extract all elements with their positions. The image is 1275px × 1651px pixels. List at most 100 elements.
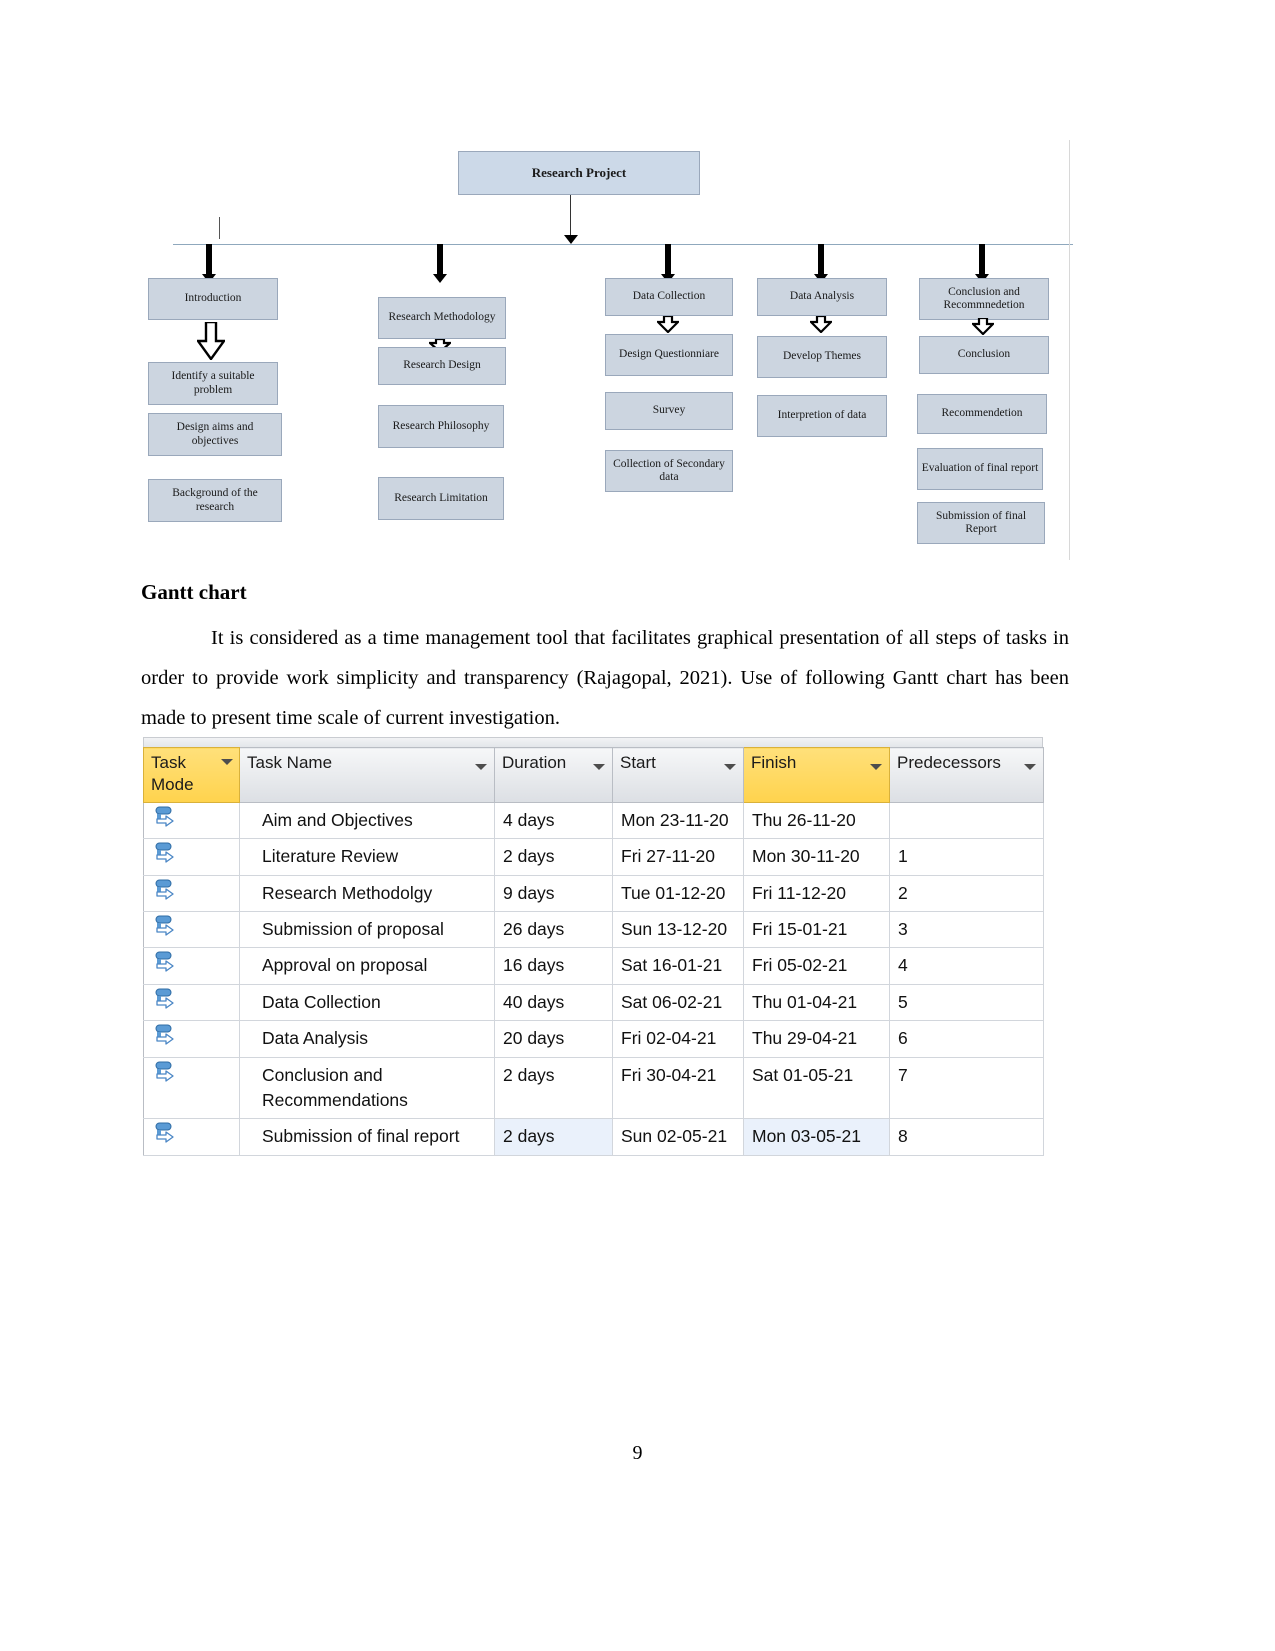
cell-start[interactable]: Tue 01-12-20	[612, 874, 744, 913]
cell-task-name[interactable]: Data Collection	[239, 983, 495, 1022]
cell-task-name[interactable]: Literature Review	[239, 838, 495, 876]
cell-predecessors[interactable]: 2	[889, 874, 1044, 913]
cell-task-name[interactable]: Conclusion and Recommendations	[239, 1056, 495, 1120]
research-project-flow-diagram: Research Project Introduction Identify a…	[140, 140, 1075, 570]
cell-start[interactable]: Sat 16-01-21	[612, 947, 744, 985]
cell-task-name[interactable]: Data Analysis	[239, 1020, 495, 1058]
gantt-toolbar-strip	[143, 737, 1043, 747]
cell-task-mode[interactable]	[143, 1020, 240, 1058]
cell-predecessors[interactable]: 6	[889, 1020, 1044, 1058]
cell-predecessors[interactable]	[889, 801, 1044, 840]
auto-scheduled-icon	[155, 806, 174, 827]
diagram-branch-2-child-1: Research Design	[378, 347, 506, 385]
cell-finish[interactable]: Fri 15-01-21	[743, 910, 890, 949]
cell-start[interactable]: Sun 02-05-21	[612, 1118, 744, 1156]
diagram-branch-5-child-1: Conclusion	[919, 336, 1049, 374]
table-row[interactable]: Aim and Objectives 4 days Mon 23-11-20 Thu …	[143, 801, 1044, 840]
auto-scheduled-icon	[155, 1122, 174, 1143]
page-number: 9	[632, 1442, 643, 1464]
table-row[interactable]: Data Analysis 20 days Fri 02-04-21 Thu 29-0…	[143, 1020, 1044, 1058]
column-header-start[interactable]: Start	[612, 747, 744, 803]
cell-finish[interactable]: Mon 30-11-20	[743, 838, 890, 876]
column-header-predecessors[interactable]: Predecessors	[889, 747, 1044, 803]
cell-duration[interactable]: 16 days	[494, 947, 613, 985]
cell-finish[interactable]: Fri 05-02-21	[743, 947, 890, 985]
cell-start[interactable]: Sun 13-12-20	[612, 910, 744, 949]
auto-scheduled-icon	[155, 842, 174, 863]
body-paragraph: It is considered as a time management to…	[141, 627, 1069, 729]
cell-start[interactable]: Sat 06-02-21	[612, 983, 744, 1022]
cell-task-mode[interactable]	[143, 983, 240, 1022]
cell-task-name[interactable]: Submission of final report	[239, 1118, 495, 1156]
cell-duration[interactable]: 40 days	[494, 983, 613, 1022]
auto-scheduled-icon	[155, 1061, 174, 1082]
column-header-task-mode[interactable]: Task Mode	[143, 747, 240, 803]
table-row[interactable]: Submission of proposal 26 days Sun 13-12-2…	[143, 910, 1044, 949]
auto-scheduled-icon	[155, 879, 174, 900]
cell-task-mode[interactable]	[143, 947, 240, 985]
cell-task-mode[interactable]	[143, 1118, 240, 1156]
table-row[interactable]: Research Methodolgy 9 days Tue 01-12-20 Fri…	[143, 874, 1044, 913]
cell-finish[interactable]: Thu 01-04-21	[743, 983, 890, 1022]
diagram-branch-5-child-2: Recommendetion	[917, 394, 1047, 434]
filter-dropdown-icon[interactable]	[724, 764, 736, 770]
table-row[interactable]: Literature Review 2 days Fri 27-11-20 Mon 3…	[143, 838, 1044, 876]
cell-duration[interactable]: 2 days	[494, 1118, 613, 1156]
diagram-branch-1-child-2: Design aims and objectives	[148, 413, 282, 456]
cell-task-mode[interactable]	[143, 801, 240, 840]
cell-duration[interactable]: 26 days	[494, 910, 613, 949]
cell-start[interactable]: Mon 23-11-20	[612, 801, 744, 840]
table-row[interactable]: Approval on proposal 16 days Sat 16-01-21 F…	[143, 947, 1044, 985]
table-body: Aim and Objectives 4 days Mon 23-11-20 Thu …	[143, 801, 1044, 1156]
cell-task-mode[interactable]	[143, 838, 240, 876]
cell-task-name[interactable]: Aim and Objectives	[239, 801, 495, 840]
cell-finish[interactable]: Mon 03-05-21	[743, 1118, 890, 1156]
cell-predecessors[interactable]: 1	[889, 838, 1044, 876]
cell-predecessors[interactable]: 7	[889, 1056, 1044, 1120]
filter-dropdown-icon[interactable]	[221, 759, 233, 765]
filter-dropdown-icon[interactable]	[1024, 764, 1036, 770]
cell-finish[interactable]: Fri 11-12-20	[743, 874, 890, 913]
cell-task-mode[interactable]	[143, 874, 240, 913]
table-row[interactable]: Data Collection 40 days Sat 06-02-21 Thu 01…	[143, 983, 1044, 1022]
cell-duration[interactable]: 9 days	[494, 874, 613, 913]
cell-task-name[interactable]: Research Methodolgy	[239, 874, 495, 913]
cell-start[interactable]: Fri 27-11-20	[612, 838, 744, 876]
auto-scheduled-icon	[155, 1024, 174, 1045]
cell-finish[interactable]: Sat 01-05-21	[743, 1056, 890, 1120]
cell-start[interactable]: Fri 30-04-21	[612, 1056, 744, 1120]
cell-finish[interactable]: Thu 26-11-20	[743, 801, 890, 840]
cell-predecessors[interactable]: 8	[889, 1118, 1044, 1156]
diagram-branch-2-child-2: Research Philosophy	[378, 405, 504, 448]
cell-duration[interactable]: 4 days	[494, 801, 613, 840]
cell-start[interactable]: Fri 02-04-21	[612, 1020, 744, 1058]
cell-task-name[interactable]: Submission of proposal	[239, 910, 495, 949]
cell-duration[interactable]: 2 days	[494, 838, 613, 876]
filter-dropdown-icon[interactable]	[870, 764, 882, 770]
cell-task-name[interactable]: Approval on proposal	[239, 947, 495, 985]
diagram-branch-4-child-1: Develop Themes	[757, 336, 887, 378]
branch-1-hollow-arrow	[197, 322, 225, 360]
cell-finish[interactable]: Thu 29-04-21	[743, 1020, 890, 1058]
diagram-branch-4-child-2: Interpretion of data	[757, 395, 887, 437]
table-row[interactable]: Submission of final report 2 days Sun 02-0…	[143, 1118, 1044, 1156]
cell-predecessors[interactable]: 4	[889, 947, 1044, 985]
filter-dropdown-icon[interactable]	[475, 764, 487, 770]
column-header-finish[interactable]: Finish	[743, 747, 890, 803]
filter-dropdown-icon[interactable]	[593, 764, 605, 770]
cell-duration[interactable]: 2 days	[494, 1056, 613, 1120]
cell-predecessors[interactable]: 5	[889, 983, 1044, 1022]
column-header-task-name[interactable]: Task Name	[239, 747, 495, 803]
diagram-right-edge	[1069, 140, 1070, 560]
cell-task-mode[interactable]	[143, 910, 240, 949]
cell-predecessors[interactable]: 3	[889, 910, 1044, 949]
column-header-duration[interactable]: Duration	[494, 747, 613, 803]
stray-tick-mark	[219, 217, 220, 239]
cell-task-mode[interactable]	[143, 1056, 240, 1120]
table-row[interactable]: Conclusion and Recommendations 2 days Fri …	[143, 1056, 1044, 1120]
branch-3-small-arrow	[657, 316, 679, 333]
branch-arrow-2	[433, 244, 447, 284]
table-header-row: Task Mode Task Name Duration Start Finis…	[143, 747, 1044, 803]
diagram-branch-2-title: Research Methodology	[378, 297, 506, 339]
cell-duration[interactable]: 20 days	[494, 1020, 613, 1058]
